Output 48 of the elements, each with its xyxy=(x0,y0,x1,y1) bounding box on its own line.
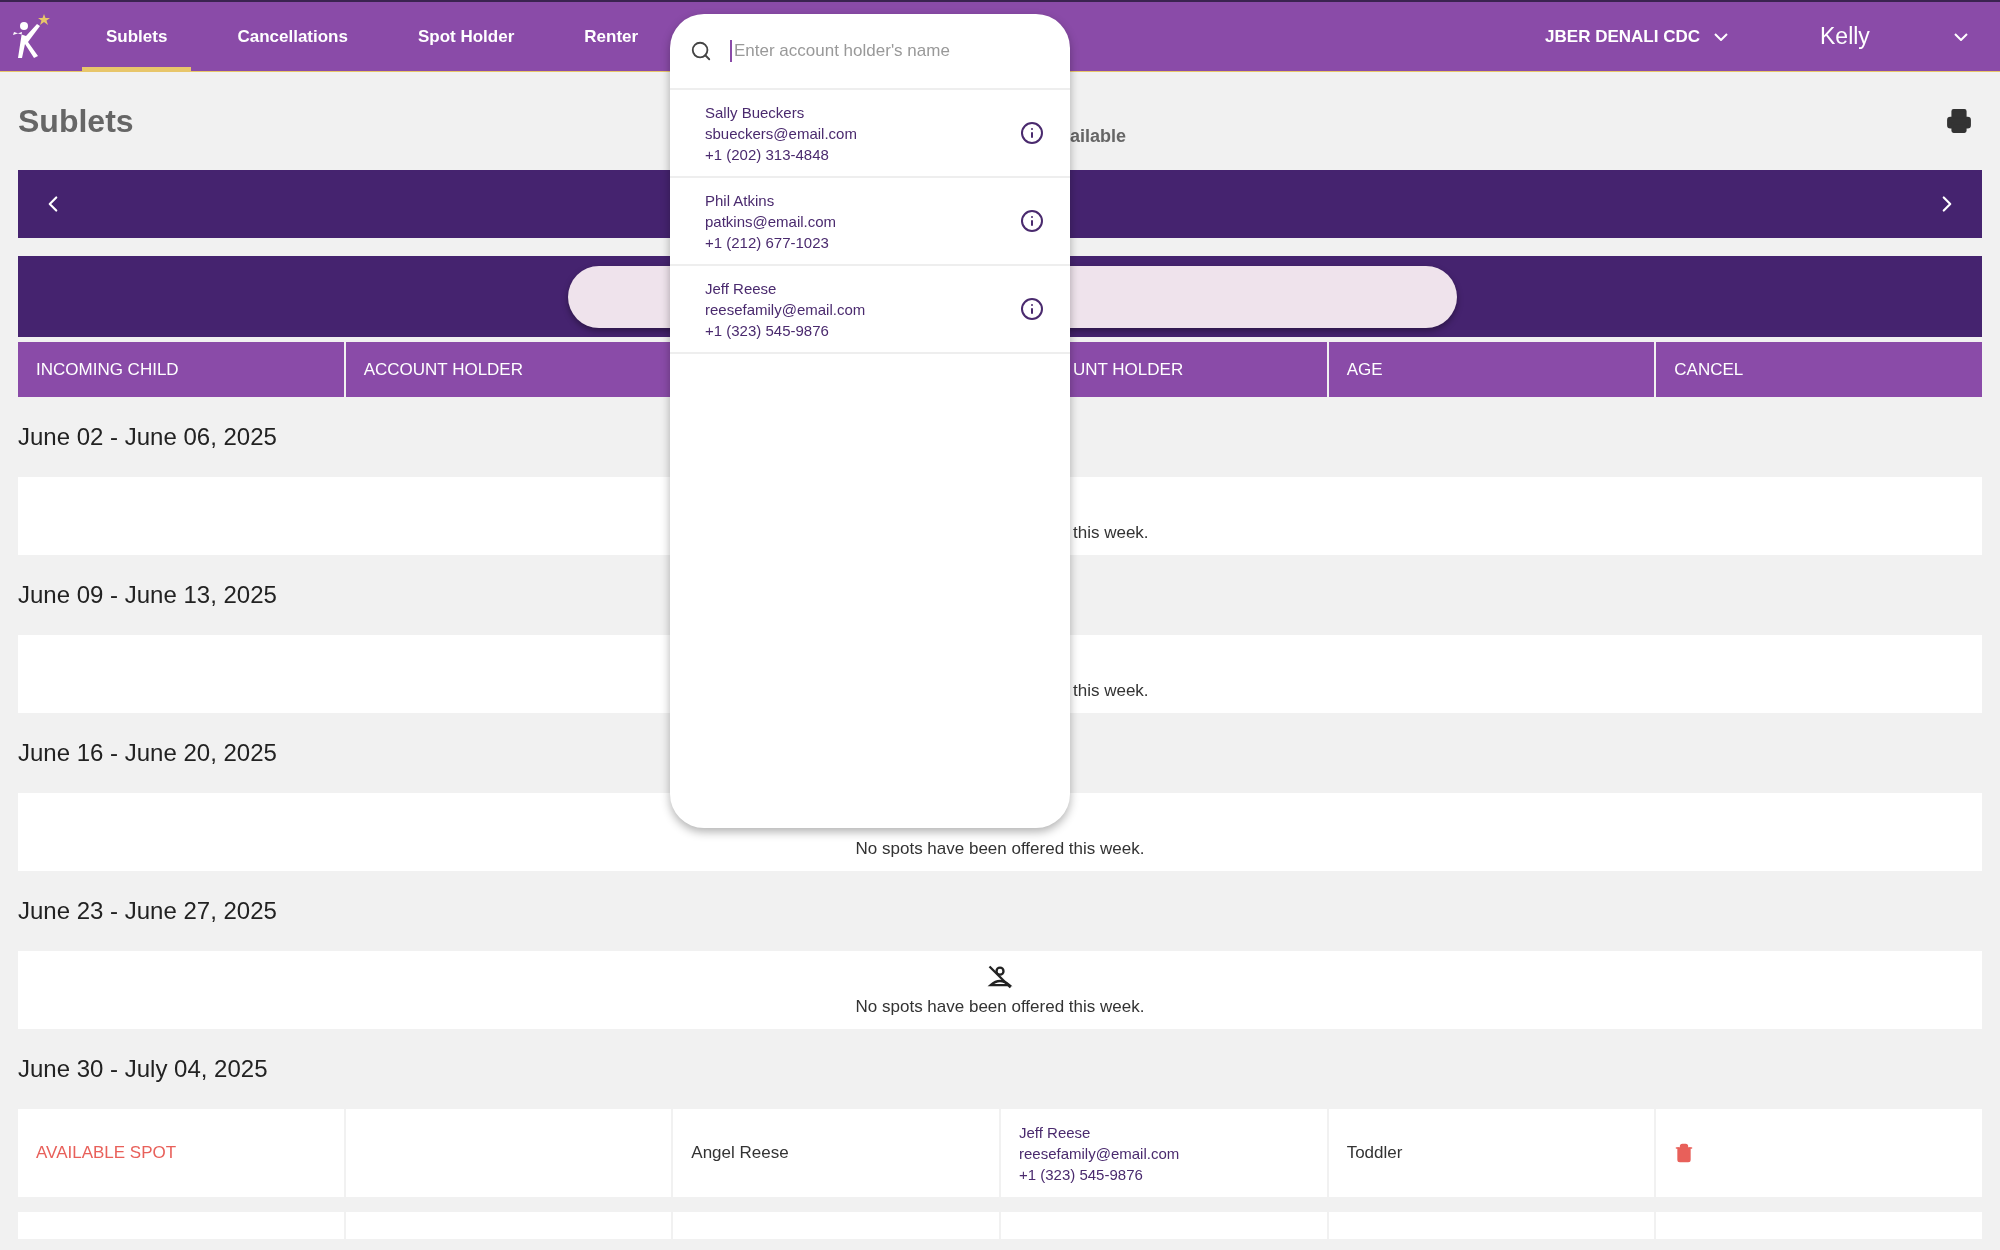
info-icon[interactable] xyxy=(1020,297,1044,321)
logo-icon xyxy=(10,13,52,60)
result-item[interactable]: Phil Atkins patkins@email.com +1 (212) 677-1023 xyxy=(670,178,1070,266)
page-title: Sublets xyxy=(18,102,134,140)
center-selector[interactable]: JBER DENALI CDC xyxy=(1539,25,1734,48)
empty-message: No spots have been offered this week. xyxy=(855,997,1145,1017)
header-note: ailable xyxy=(1070,126,1127,147)
person-off-icon xyxy=(986,963,1014,991)
result-item[interactable]: Sally Bueckers sbueckers@email.com +1 (202) 313-4848 xyxy=(670,90,1070,178)
result-email: sbueckers@email.com xyxy=(705,123,857,144)
search-icon xyxy=(690,40,712,62)
result-item[interactable]: Jeff Reese reesefamily@email.com +1 (323) 545-9876 xyxy=(670,266,1070,354)
chevron-down-icon xyxy=(1954,32,1968,41)
result-email: patkins@email.com xyxy=(705,211,837,232)
result-phone: +1 (202) 313-4848 xyxy=(705,144,830,165)
result-name: Jeff Reese xyxy=(705,278,778,299)
contact-line: Jeff Reese xyxy=(1019,1122,1092,1143)
result-name: Phil Atkins xyxy=(705,190,776,211)
empty-message: this week. xyxy=(1073,523,1149,543)
week-heading: June 23 - June 27, 2025 xyxy=(18,896,278,926)
cell-text: Angel Reese xyxy=(691,1143,790,1163)
result-phone: +1 (323) 545-9876 xyxy=(705,320,830,341)
week-heading: June 16 - June 20, 2025 xyxy=(18,738,278,768)
week-heading: June 02 - June 06, 2025 xyxy=(18,422,278,452)
contact-line: reesefamily@email.com xyxy=(1019,1143,1181,1164)
nav-tab[interactable]: Spot Holder xyxy=(393,2,539,71)
user-menu[interactable]: Kelly xyxy=(1814,22,1974,51)
chevron-down-icon xyxy=(1714,32,1728,41)
column-header: AGE xyxy=(1328,342,1655,397)
info-icon[interactable] xyxy=(1020,209,1044,233)
cell-text: Toddler xyxy=(1346,1143,1404,1163)
trash-icon xyxy=(1674,1143,1695,1163)
nav-tab[interactable]: Renter xyxy=(560,2,663,71)
status-text: AVAILABLE SPOT xyxy=(36,1143,178,1163)
empty-message: No spots have been offered this week. xyxy=(855,839,1145,859)
column-header: CANCEL xyxy=(1656,342,1982,397)
week-heading: June 30 - July 04, 2025 xyxy=(18,1054,269,1084)
empty-message: this week. xyxy=(1073,681,1149,701)
result-name: Sally Bueckers xyxy=(705,102,806,123)
result-email: reesefamily@email.com xyxy=(705,299,866,320)
info-icon[interactable] xyxy=(1020,121,1044,145)
week-heading: June 09 - June 13, 2025 xyxy=(18,580,278,610)
contact-line: +1 (323) 545-9876 xyxy=(1019,1164,1144,1185)
column-header: INCOMING CHILD xyxy=(18,342,344,397)
column-header: ACCOUNT HOLDER xyxy=(345,342,672,397)
result-phone: +1 (212) 677-1023 xyxy=(705,232,830,253)
nav-tab[interactable]: Sublets xyxy=(82,2,192,71)
nav-tab[interactable]: Cancellations xyxy=(213,2,372,71)
